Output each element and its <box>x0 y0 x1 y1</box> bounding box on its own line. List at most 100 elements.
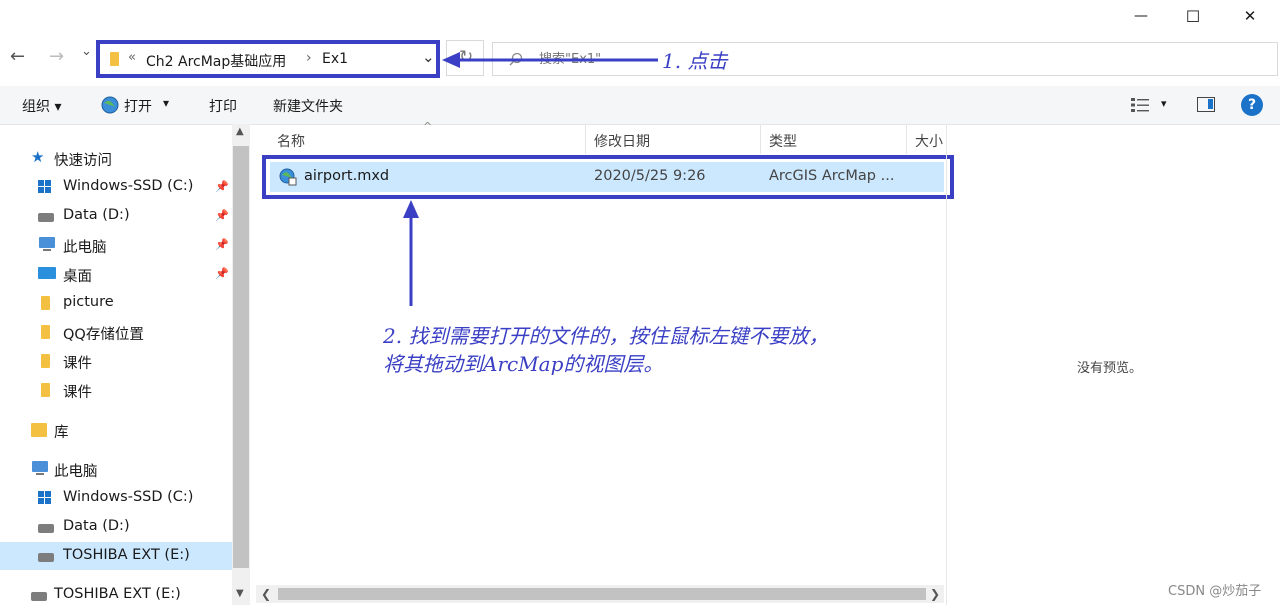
nav-quick-data-d[interactable]: Data (D:) 📌 <box>0 202 232 230</box>
address-bar[interactable]: « Ch2 ArcMap基础应用 › Ex1 ⌄ <box>96 40 440 78</box>
nav-label: Windows-SSD (C:) <box>63 489 194 505</box>
folder-icon <box>41 296 50 310</box>
column-divider[interactable] <box>760 124 761 154</box>
watermark: CSDN @炒茄子 <box>1168 584 1262 599</box>
details-view-icon <box>1131 98 1149 112</box>
view-options-button[interactable]: ▾ <box>1131 97 1167 117</box>
nav-label: Data (D:) <box>63 518 130 534</box>
nav-this-pc[interactable]: 此电脑 <box>0 455 232 483</box>
nav-label: 此电脑 <box>54 464 98 480</box>
star-icon: ★ <box>31 148 45 166</box>
nav-pc-toshiba[interactable]: TOSHIBA EXT (E:) <box>0 542 232 570</box>
drive-icon <box>38 524 54 533</box>
scroll-up-icon[interactable]: ▲ <box>236 126 244 137</box>
file-list-hscroll-thumb[interactable] <box>278 588 926 600</box>
annotation-step2-line1: 2. 找到需要打开的文件的，按住鼠标左键不要放， <box>383 324 829 348</box>
file-row[interactable]: airport.mxd 2020/5/25 9:26 ArcGIS ArcMap… <box>270 162 944 192</box>
computer-icon <box>32 461 48 475</box>
file-modified: 2020/5/25 9:26 <box>594 168 706 184</box>
sort-arrow-icon: ^ <box>423 120 433 133</box>
pin-icon: 📌 <box>215 238 229 251</box>
nav-pc-windows-ssd[interactable]: Windows-SSD (C:) <box>0 484 232 512</box>
print-button[interactable]: 打印 <box>209 96 237 116</box>
nav-quick-kejian-1[interactable]: 课件 <box>0 347 232 375</box>
recent-locations-button[interactable]: ⌄ <box>81 44 92 59</box>
maximize-button[interactable]: ☐ <box>1170 0 1216 32</box>
drive-icon <box>38 553 54 562</box>
help-button[interactable]: ? <box>1241 94 1263 116</box>
folder-icon <box>41 383 50 397</box>
nav-pc-data-d[interactable]: Data (D:) <box>0 513 232 541</box>
organize-button[interactable]: 组织 ▾ <box>22 96 61 116</box>
nav-quick-picture[interactable]: picture <box>0 289 232 317</box>
scroll-down-icon[interactable]: ▼ <box>236 588 244 599</box>
address-dropdown-icon[interactable]: ⌄ <box>422 48 435 66</box>
preview-empty-text: 没有预览。 <box>1077 361 1143 376</box>
preview-pane-icon <box>1208 99 1213 109</box>
forward-button[interactable]: → <box>49 46 64 67</box>
globe-icon <box>101 96 119 114</box>
nav-label: TOSHIBA EXT (E:) <box>54 586 181 602</box>
library-icon <box>31 423 47 437</box>
view-dropdown-icon[interactable]: ▾ <box>1161 97 1167 110</box>
nav-label: 快速访问 <box>54 153 112 169</box>
navigation-pane: ★ 快速访问 Windows-SSD (C:) 📌 Data (D:) 📌 此电… <box>0 124 232 605</box>
nav-quick-qq[interactable]: QQ存储位置 <box>0 318 232 346</box>
file-name: airport.mxd <box>304 168 390 184</box>
nav-label: 库 <box>54 425 69 441</box>
scroll-right-icon[interactable]: ❯ <box>930 587 940 601</box>
pin-icon: 📌 <box>215 180 229 193</box>
drive-icon <box>31 592 47 601</box>
desktop-icon <box>38 267 56 279</box>
column-modified[interactable]: 修改日期 <box>594 131 650 151</box>
pin-icon: 📌 <box>215 209 229 222</box>
address-overflow[interactable]: « <box>128 50 136 65</box>
command-bar: 组织 ▾ 打开 ▾ 打印 新建文件夹 ▾ ? <box>0 86 1280 125</box>
preview-divider[interactable] <box>946 124 947 605</box>
annotation-step1: 1. 点击 <box>662 49 728 73</box>
chevron-right-icon[interactable]: › <box>306 50 312 66</box>
nav-label: QQ存储位置 <box>63 327 144 343</box>
scroll-left-icon[interactable]: ❮ <box>261 587 271 601</box>
preview-pane-button[interactable] <box>1197 97 1215 112</box>
folder-icon <box>41 325 50 339</box>
column-divider[interactable] <box>585 124 586 154</box>
pin-icon: 📌 <box>215 267 229 280</box>
open-label: 打开 <box>124 99 152 115</box>
close-button[interactable]: ✕ <box>1227 0 1273 32</box>
nav-label: 课件 <box>63 385 92 401</box>
nav-quick-windows-ssd[interactable]: Windows-SSD (C:) 📌 <box>0 173 232 201</box>
breadcrumb-ex1[interactable]: Ex1 <box>322 51 348 67</box>
nav-scrollbar-thumb[interactable] <box>233 146 249 568</box>
column-type[interactable]: 类型 <box>769 131 797 151</box>
nav-quick-kejian-2[interactable]: 课件 <box>0 376 232 404</box>
nav-label: TOSHIBA EXT (E:) <box>63 547 190 563</box>
open-dropdown-icon[interactable]: ▾ <box>163 96 169 110</box>
windows-drive-icon <box>38 180 51 193</box>
computer-icon <box>39 237 55 251</box>
new-folder-button[interactable]: 新建文件夹 <box>273 96 343 116</box>
mxd-file-icon <box>279 168 297 186</box>
nav-label: Data (D:) <box>63 207 130 223</box>
drive-icon <box>38 213 54 222</box>
annotation-step2-line2: 将其拖动到ArcMap的视图层。 <box>383 352 664 376</box>
nav-library[interactable]: 库 <box>0 416 232 444</box>
minimize-button[interactable]: — <box>1118 0 1164 32</box>
annotation-arrow-2 <box>403 200 419 306</box>
back-button[interactable]: ← <box>10 46 25 67</box>
column-size[interactable]: 大小 <box>915 131 943 151</box>
column-name[interactable]: 名称 <box>277 131 305 151</box>
nav-quick-access[interactable]: ★ 快速访问 <box>0 144 232 172</box>
nav-quick-desktop[interactable]: 桌面 📌 <box>0 260 232 288</box>
nav-quick-this-pc[interactable]: 此电脑 📌 <box>0 231 232 259</box>
folder-icon <box>41 354 50 368</box>
column-divider[interactable] <box>906 124 907 154</box>
breadcrumb-ch2[interactable]: Ch2 ArcMap基础应用 <box>146 51 286 71</box>
windows-drive-icon <box>38 491 51 504</box>
folder-icon <box>110 52 119 66</box>
nav-label: 此电脑 <box>63 240 107 256</box>
file-type: ArcGIS ArcMap ... <box>769 168 895 184</box>
annotation-arrow-1 <box>442 52 658 68</box>
nav-label: picture <box>63 294 114 310</box>
nav-label: Windows-SSD (C:) <box>63 178 194 194</box>
